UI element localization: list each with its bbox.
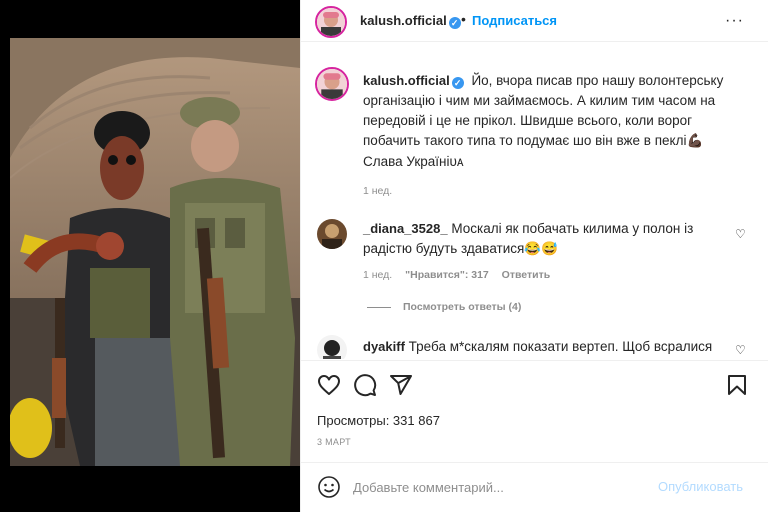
post-date[interactable]: 3 МАРТ [317,437,351,447]
post-photo[interactable] [10,38,300,466]
comment-like-heart-icon[interactable]: ♡ [735,343,746,357]
verified-badge-icon: ✓ [451,77,464,89]
comment-text: dyakiff Треба м*скалям показати вертеп. … [363,337,723,359]
follow-button[interactable]: Подписаться [472,13,557,28]
caption-text: kalush.official ✓ Йо, вчора писав про наш… [363,71,745,151]
verified-badge-icon: ✓ [448,17,461,29]
smiley-icon[interactable] [317,475,341,499]
frame-top [0,0,300,38]
frame-left [0,0,10,512]
comment-icon[interactable] [353,373,377,397]
comment-like-heart-icon[interactable]: ♡ [735,227,746,241]
publish-button[interactable]: Опубликовать [658,479,743,494]
caption-avatar[interactable] [315,67,349,101]
comment-input[interactable] [353,475,653,499]
post-detail-panel: kalush.official ✓ • Подписаться ··· kalus… [300,0,768,512]
view-replies-button[interactable]: Посмотреть ответы (4) [367,301,521,313]
comments-list[interactable]: kalush.official ✓ Йо, вчора писав про наш… [301,43,768,359]
paper-plane-icon[interactable] [389,373,413,397]
comment-text: _diana_3528_ Москалі як побачать килима … [363,219,723,259]
caption-timestamp[interactable]: 1 нед. [363,185,392,197]
author-username[interactable]: kalush.official ✓ [360,13,461,29]
separator-dot: • [461,11,466,27]
view-replies-label: Посмотреть ответы (4) [403,301,522,313]
heart-icon[interactable] [317,373,341,397]
comment-meta: 1 нед. "Нравится": 317 Ответить [363,269,560,281]
author-avatar[interactable] [315,6,347,38]
post-header: kalush.official ✓ • Подписаться ··· [301,0,768,42]
comment-username[interactable]: dyakiff [363,339,405,354]
comment-likes-count[interactable]: "Нравится": 317 [405,269,489,281]
bookmark-icon[interactable] [725,373,749,397]
frame-bottom [0,466,300,512]
caption-closing-line: Слава Україніᴜᴀ [363,154,464,169]
reply-button[interactable]: Ответить [502,269,551,281]
comment-avatar[interactable] [317,219,347,249]
comment-avatar[interactable] [317,335,347,359]
comment-username[interactable]: _diana_3528_ [363,221,448,236]
caption-username[interactable]: kalush.official ✓ [363,73,464,89]
comment-body: Треба м*скалям показати вертеп. Щоб всра… [408,339,713,354]
comment-composer: Опубликовать [301,462,768,512]
replies-divider-line [367,306,391,308]
more-options-icon[interactable]: ··· [725,12,744,30]
views-count[interactable]: Просмотры: 331 867 [317,413,440,428]
post-actions: Просмотры: 331 867 3 МАРТ [301,360,768,462]
comment-timestamp[interactable]: 1 нед. [363,269,392,281]
